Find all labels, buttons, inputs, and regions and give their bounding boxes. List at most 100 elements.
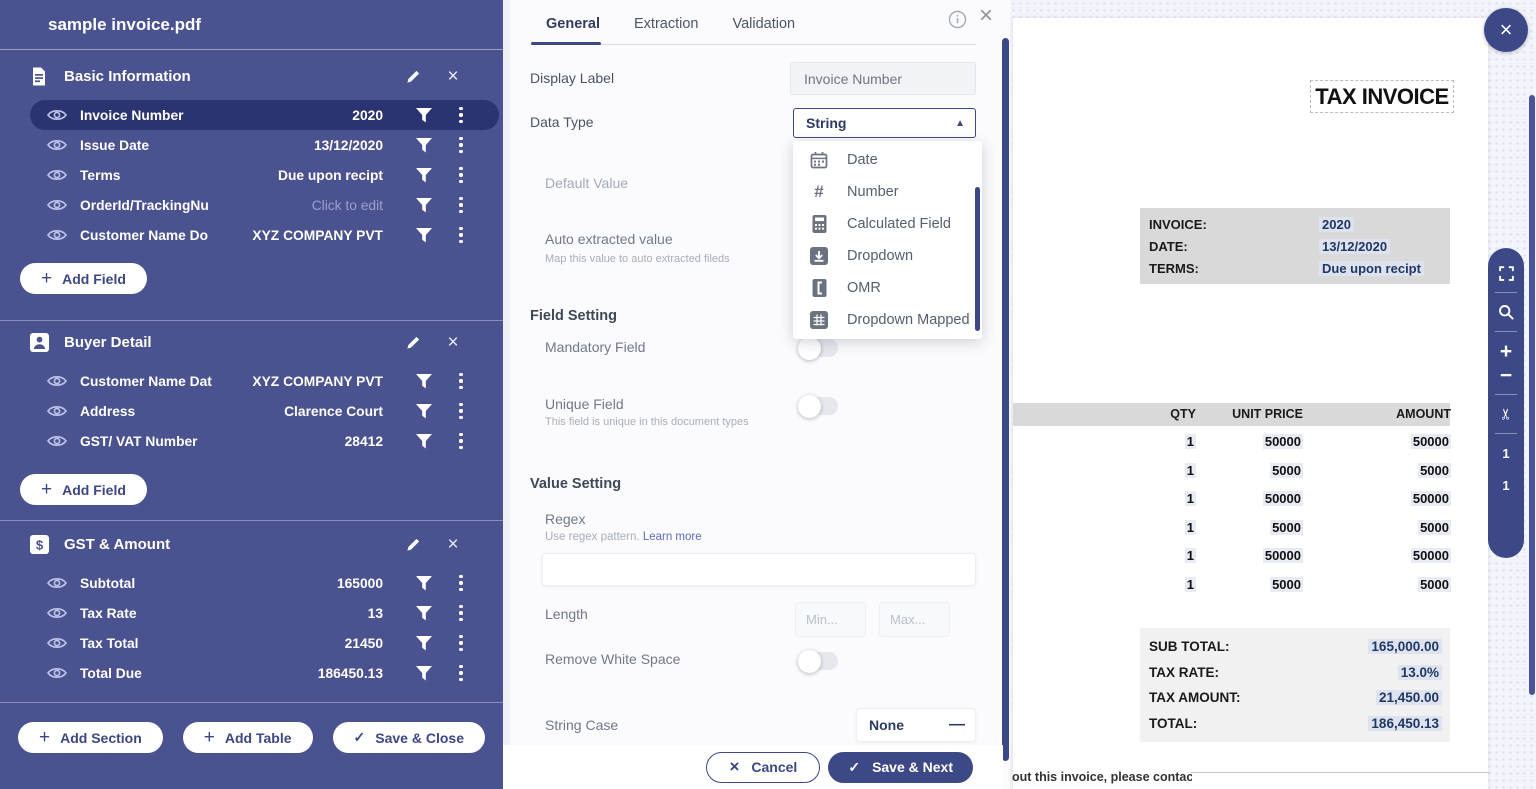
field-value[interactable]: XYZ COMPANY PVT bbox=[248, 374, 383, 389]
annotated-value[interactable]: 5000 bbox=[1270, 520, 1303, 535]
field-value[interactable]: Due upon recipt bbox=[248, 168, 383, 183]
fullscreen-icon[interactable] bbox=[1494, 262, 1518, 284]
page-current[interactable]: 1 bbox=[1494, 442, 1518, 464]
filter-icon[interactable] bbox=[415, 576, 433, 591]
save-next-button[interactable]: ✓ Save & Next bbox=[828, 752, 973, 783]
annotated-value[interactable]: 1 bbox=[1185, 434, 1196, 449]
annotated-value[interactable]: 21,450.00 bbox=[1376, 690, 1442, 705]
kebab-menu-icon[interactable] bbox=[457, 197, 465, 213]
option-date[interactable]: Date bbox=[793, 144, 982, 176]
edit-section-icon[interactable] bbox=[402, 65, 424, 87]
close-section-icon[interactable]: × bbox=[442, 65, 464, 87]
data-type-select[interactable]: String ▲ bbox=[793, 108, 976, 138]
length-max-input[interactable] bbox=[879, 602, 950, 637]
kebab-menu-icon[interactable] bbox=[457, 575, 465, 591]
kebab-menu-icon[interactable] bbox=[457, 167, 465, 183]
field-row-orderid[interactable]: OrderId/TrackingNu Click to edit bbox=[30, 190, 499, 220]
tab-extraction[interactable]: Extraction bbox=[634, 16, 698, 40]
eye-icon[interactable] bbox=[46, 636, 68, 650]
annotated-value[interactable]: 5000 bbox=[1418, 577, 1451, 592]
annotated-value[interactable]: 5000 bbox=[1418, 520, 1451, 535]
close-section-icon[interactable]: × bbox=[442, 331, 464, 353]
zoom-in-icon[interactable]: + bbox=[1494, 340, 1518, 362]
preview-scrollbar[interactable] bbox=[1529, 95, 1535, 695]
field-row-customer-name[interactable]: Customer Name Do XYZ COMPANY PVT bbox=[30, 220, 499, 250]
filter-icon[interactable] bbox=[415, 374, 433, 389]
dropdown-scrollbar[interactable] bbox=[975, 187, 980, 331]
eye-icon[interactable] bbox=[46, 168, 68, 182]
annotated-value[interactable]: 165,000.00 bbox=[1368, 639, 1442, 654]
eye-icon[interactable] bbox=[46, 198, 68, 212]
field-row-terms[interactable]: Terms Due upon recipt bbox=[30, 160, 499, 190]
edit-section-icon[interactable] bbox=[402, 533, 424, 555]
filter-icon[interactable] bbox=[415, 138, 433, 153]
filter-icon[interactable] bbox=[415, 666, 433, 681]
annotated-value[interactable]: 5000 bbox=[1270, 463, 1303, 478]
info-icon[interactable] bbox=[946, 8, 968, 30]
preview-close-button[interactable]: × bbox=[1484, 8, 1528, 52]
eye-icon[interactable] bbox=[46, 374, 68, 388]
field-row-issue-date[interactable]: Issue Date 13/12/2020 bbox=[30, 130, 499, 160]
panel-scrollbar[interactable] bbox=[1002, 38, 1009, 761]
eye-icon[interactable] bbox=[46, 434, 68, 448]
annotated-value[interactable]: 1 bbox=[1185, 577, 1196, 592]
unique-field-toggle[interactable] bbox=[800, 397, 838, 415]
panel-close-icon[interactable]: × bbox=[979, 4, 993, 28]
filter-icon[interactable] bbox=[415, 636, 433, 651]
kebab-menu-icon[interactable] bbox=[457, 635, 465, 651]
kebab-menu-icon[interactable] bbox=[457, 403, 465, 419]
field-value[interactable]: 165000 bbox=[248, 576, 383, 591]
field-value-placeholder[interactable]: Click to edit bbox=[248, 198, 383, 213]
eye-icon[interactable] bbox=[46, 666, 68, 680]
add-field-button[interactable]: + Add Field bbox=[20, 263, 147, 294]
field-value[interactable]: 21450 bbox=[248, 636, 383, 651]
eye-icon[interactable] bbox=[46, 606, 68, 620]
kebab-menu-icon[interactable] bbox=[457, 605, 465, 621]
tab-validation[interactable]: Validation bbox=[732, 16, 795, 40]
annotated-value[interactable]: 1 bbox=[1185, 548, 1196, 563]
kebab-menu-icon[interactable] bbox=[457, 137, 465, 153]
scissors-icon[interactable]: ✂ bbox=[1495, 402, 1517, 426]
field-row-customer-name-data[interactable]: Customer Name Dat XYZ COMPANY PVT bbox=[30, 366, 499, 396]
field-value[interactable]: 13 bbox=[248, 606, 383, 621]
add-table-button[interactable]: + Add Table bbox=[183, 722, 313, 753]
zoom-out-icon[interactable]: − bbox=[1494, 364, 1518, 386]
field-row-total-due[interactable]: Total Due 186450.13 bbox=[30, 658, 499, 688]
add-field-button[interactable]: + Add Field bbox=[20, 474, 147, 505]
regex-input[interactable] bbox=[542, 553, 976, 586]
field-row-invoice-number[interactable]: Invoice Number 2020 bbox=[30, 100, 499, 130]
eye-icon[interactable] bbox=[46, 404, 68, 418]
annotated-value[interactable]: 50000 bbox=[1263, 491, 1303, 506]
length-min-input[interactable] bbox=[795, 602, 866, 637]
annotated-value[interactable]: 5000 bbox=[1418, 463, 1451, 478]
close-section-icon[interactable]: × bbox=[442, 533, 464, 555]
field-row-tax-total[interactable]: Tax Total 21450 bbox=[30, 628, 499, 658]
eye-icon[interactable] bbox=[46, 228, 68, 242]
field-row-gst-vat[interactable]: GST/ VAT Number 28412 bbox=[30, 426, 499, 456]
annotated-value[interactable]: 50000 bbox=[1411, 548, 1451, 563]
filter-icon[interactable] bbox=[415, 108, 433, 123]
annotated-value[interactable]: 50000 bbox=[1263, 548, 1303, 563]
field-value[interactable]: 28412 bbox=[248, 434, 383, 449]
field-row-tax-rate[interactable]: Tax Rate 13 bbox=[30, 598, 499, 628]
kebab-menu-icon[interactable] bbox=[457, 107, 465, 123]
tab-general[interactable]: General bbox=[546, 16, 600, 40]
eye-icon[interactable] bbox=[46, 138, 68, 152]
kebab-menu-icon[interactable] bbox=[457, 373, 465, 389]
display-label-input[interactable]: Invoice Number bbox=[790, 62, 976, 95]
annotated-value[interactable]: 2020 bbox=[1319, 217, 1354, 232]
mandatory-field-toggle[interactable] bbox=[800, 339, 838, 357]
doc-title-annotation[interactable]: TAX INVOICE bbox=[1310, 80, 1454, 113]
kebab-menu-icon[interactable] bbox=[457, 227, 465, 243]
option-dropdown-mapped[interactable]: Dropdown Mapped bbox=[793, 304, 982, 336]
annotated-value[interactable]: 1 bbox=[1185, 520, 1196, 535]
annotated-value[interactable]: 186,450.13 bbox=[1368, 716, 1442, 731]
field-value[interactable]: Clarence Court bbox=[248, 404, 383, 419]
kebab-menu-icon[interactable] bbox=[457, 665, 465, 681]
annotated-value[interactable]: 13/12/2020 bbox=[1319, 239, 1390, 254]
annotated-value[interactable]: 1 bbox=[1185, 463, 1196, 478]
save-close-button[interactable]: ✓ Save & Close bbox=[333, 722, 485, 753]
eye-icon[interactable] bbox=[46, 108, 68, 122]
field-row-subtotal[interactable]: Subtotal 165000 bbox=[30, 568, 499, 598]
field-value[interactable]: XYZ COMPANY PVT bbox=[248, 228, 383, 243]
